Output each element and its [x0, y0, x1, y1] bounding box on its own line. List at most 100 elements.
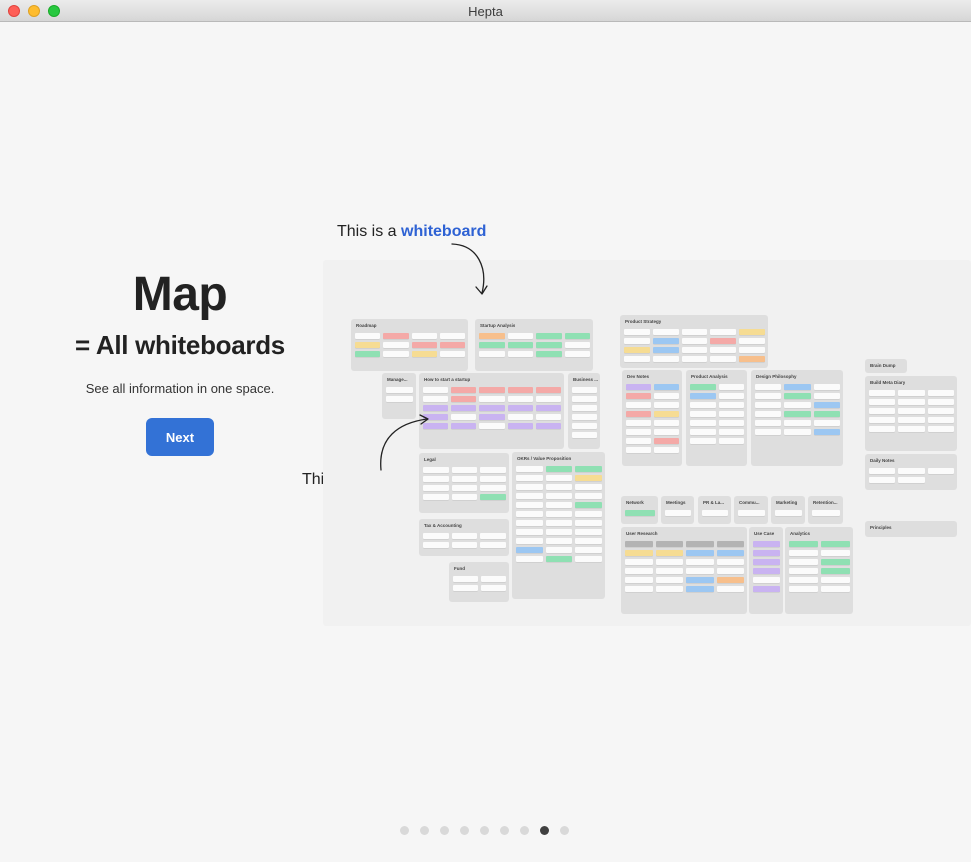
board-okrs[interactable]: OKRs / Value Proposition	[512, 452, 605, 599]
map-card[interactable]	[516, 511, 543, 517]
board-network[interactable]: Network	[621, 496, 658, 524]
map-card[interactable]	[479, 414, 505, 420]
map-card[interactable]	[507, 351, 533, 357]
map-card[interactable]	[516, 520, 543, 526]
map-card[interactable]	[480, 476, 506, 482]
map-card[interactable]	[423, 476, 449, 482]
map-card[interactable]	[927, 408, 954, 414]
map-card[interactable]	[718, 429, 744, 435]
map-card[interactable]	[753, 550, 780, 556]
map-card[interactable]	[812, 510, 840, 516]
map-card[interactable]	[545, 556, 573, 562]
map-card[interactable]	[789, 541, 818, 547]
map-card[interactable]	[575, 520, 602, 526]
board-build-meta-diary[interactable]: Build Meta Diary	[865, 376, 957, 451]
map-card[interactable]	[690, 393, 716, 399]
map-card[interactable]	[789, 568, 818, 574]
map-card[interactable]	[681, 347, 708, 353]
map-card[interactable]	[383, 351, 409, 357]
map-card[interactable]	[626, 438, 651, 444]
map-card[interactable]	[654, 384, 679, 390]
map-card[interactable]	[480, 533, 506, 539]
map-card[interactable]	[753, 559, 780, 565]
map-card[interactable]	[681, 338, 708, 344]
board-startup-analysis[interactable]: Startup Analysis	[475, 319, 593, 371]
map-card[interactable]	[739, 338, 765, 344]
map-card[interactable]	[625, 541, 653, 547]
map-card[interactable]	[451, 542, 478, 548]
map-card[interactable]	[516, 556, 543, 562]
map-card[interactable]	[626, 384, 651, 390]
board-dev-notes[interactable]: Dev Notes	[622, 370, 682, 466]
map-card[interactable]	[545, 502, 573, 508]
map-card[interactable]	[718, 411, 744, 417]
map-card[interactable]	[564, 333, 590, 339]
map-card[interactable]	[869, 477, 896, 483]
board-commu[interactable]: Commu...	[734, 496, 768, 524]
map-card[interactable]	[451, 387, 477, 393]
board-legal[interactable]: Legal	[419, 453, 509, 513]
map-card[interactable]	[927, 468, 954, 474]
map-card[interactable]	[789, 586, 818, 592]
map-card[interactable]	[753, 586, 780, 592]
map-card[interactable]	[535, 387, 561, 393]
board-manage[interactable]: Manage...	[382, 373, 416, 419]
page-dot[interactable]	[560, 826, 569, 835]
map-card[interactable]	[626, 393, 651, 399]
map-card[interactable]	[536, 351, 562, 357]
map-card[interactable]	[821, 550, 850, 556]
map-card[interactable]	[507, 396, 533, 402]
map-card[interactable]	[479, 387, 505, 393]
map-card[interactable]	[516, 493, 543, 499]
map-card[interactable]	[702, 510, 728, 516]
map-card[interactable]	[686, 559, 714, 565]
map-card[interactable]	[753, 541, 780, 547]
map-card[interactable]	[739, 347, 765, 353]
map-card[interactable]	[479, 405, 505, 411]
board-pr[interactable]: PR & La...	[698, 496, 731, 524]
map-card[interactable]	[710, 338, 737, 344]
map-card[interactable]	[821, 568, 850, 574]
map-card[interactable]	[898, 468, 925, 474]
map-card[interactable]	[789, 577, 818, 583]
map-card[interactable]	[821, 541, 850, 547]
map-card[interactable]	[789, 559, 818, 565]
map-card[interactable]	[516, 475, 543, 481]
map-card[interactable]	[716, 577, 744, 583]
map-card[interactable]	[739, 356, 765, 362]
map-card[interactable]	[575, 502, 602, 508]
board-design-philosophy[interactable]: Design Philosophy	[751, 370, 843, 466]
map-card[interactable]	[869, 408, 896, 414]
map-card[interactable]	[789, 550, 818, 556]
map-card[interactable]	[716, 541, 744, 547]
map-card[interactable]	[813, 429, 840, 435]
map-card[interactable]	[545, 484, 573, 490]
next-button[interactable]: Next	[146, 418, 214, 456]
page-dot[interactable]	[440, 826, 449, 835]
page-dot[interactable]	[500, 826, 509, 835]
map-card[interactable]	[411, 342, 437, 348]
map-card[interactable]	[572, 432, 597, 438]
map-card[interactable]	[564, 342, 590, 348]
map-card[interactable]	[686, 568, 714, 574]
board-user-research[interactable]: User Research	[621, 527, 747, 614]
board-brain-dump[interactable]: Brain Dump	[865, 359, 907, 373]
map-card[interactable]	[479, 351, 505, 357]
map-card[interactable]	[536, 342, 562, 348]
map-card[interactable]	[423, 387, 449, 393]
map-card[interactable]	[451, 396, 477, 402]
map-card[interactable]	[821, 586, 850, 592]
map-card[interactable]	[652, 338, 679, 344]
map-card[interactable]	[654, 420, 679, 426]
map-card[interactable]	[423, 423, 449, 429]
map-card[interactable]	[439, 333, 465, 339]
map-card[interactable]	[572, 423, 597, 429]
map-card[interactable]	[451, 467, 478, 473]
map-card[interactable]	[927, 399, 954, 405]
map-card[interactable]	[516, 466, 543, 472]
map-card[interactable]	[690, 420, 716, 426]
map-card[interactable]	[681, 356, 708, 362]
map-card[interactable]	[479, 423, 505, 429]
map-card[interactable]	[572, 405, 597, 411]
map-card[interactable]	[821, 577, 850, 583]
